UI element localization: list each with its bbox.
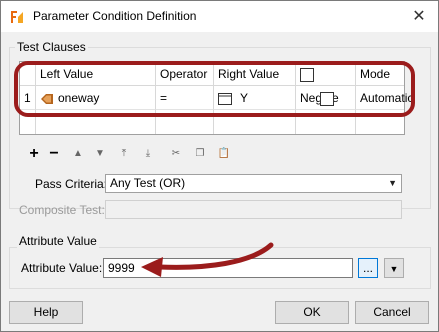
parameter-condition-dialog: Parameter Condition Definition ✕ Test Cl… <box>0 0 439 332</box>
attribute-value-input[interactable]: 9999 <box>103 258 353 278</box>
ellipsis-button[interactable]: ... <box>358 258 378 278</box>
attribute-icon <box>41 93 53 104</box>
window-title: Parameter Condition Definition <box>33 9 197 23</box>
mode-cell[interactable]: Automatic <box>356 86 413 110</box>
add-icon[interactable]: + <box>25 145 43 163</box>
pass-criteria-select[interactable]: Any Test (OR) ▼ <box>105 174 402 193</box>
help-button[interactable]: Help <box>9 301 83 324</box>
cut-icon[interactable]: ✂ <box>167 145 185 163</box>
negate-all-checkbox[interactable] <box>300 67 314 82</box>
operator-cell[interactable]: = <box>156 86 214 110</box>
remove-icon[interactable]: − <box>45 145 63 163</box>
attribute-value-group-label: Attribute Value <box>17 234 99 248</box>
empty-cell[interactable] <box>296 110 356 134</box>
empty-row-number <box>20 110 36 134</box>
move-up-icon[interactable]: ▲ <box>69 145 87 163</box>
fme-app-icon <box>11 11 23 23</box>
cancel-button[interactable]: Cancel <box>355 301 429 324</box>
close-icon: ✕ <box>412 8 426 25</box>
column-header-negate[interactable]: Negate <box>296 62 356 105</box>
left-value-cell[interactable]: oneway <box>36 86 156 110</box>
composite-test-label: Composite Test: <box>19 203 105 217</box>
column-header-mode[interactable]: Mode <box>356 62 404 86</box>
chevron-down-icon: ▼ <box>389 264 399 274</box>
empty-cell[interactable] <box>36 110 156 134</box>
row-number-header <box>20 62 36 86</box>
column-header-right-value[interactable]: Right Value <box>214 62 296 86</box>
negate-checkbox[interactable] <box>320 91 334 106</box>
move-down-icon[interactable]: ▼ <box>91 145 109 163</box>
move-top-icon[interactable]: ⤒ <box>115 145 133 163</box>
move-bottom-icon[interactable]: ⤓ <box>139 145 157 163</box>
column-header-left-value[interactable]: Left Value <box>36 62 156 86</box>
empty-cell[interactable] <box>156 110 214 134</box>
attribute-value-label: Attribute Value: <box>21 261 103 275</box>
test-clauses-label: Test Clauses <box>15 40 88 54</box>
empty-cell[interactable] <box>214 110 296 134</box>
title-bar: Parameter Condition Definition ✕ <box>1 1 438 32</box>
paste-icon[interactable]: 📋 <box>215 145 233 163</box>
pass-criteria-label: Pass Criteria: <box>35 177 108 191</box>
negate-cell[interactable] <box>296 86 356 110</box>
composite-test-field[interactable] <box>105 200 402 219</box>
copy-icon[interactable]: ❐ <box>191 145 209 163</box>
column-header-operator[interactable]: Operator <box>156 62 214 86</box>
attribute-value-menu-button[interactable]: ▼ <box>384 258 404 278</box>
right-value-cell[interactable]: Y <box>214 86 296 110</box>
row-number: 1 <box>20 86 36 110</box>
chevron-down-icon: ▼ <box>388 178 397 188</box>
close-button[interactable]: ✕ <box>404 1 434 32</box>
ok-button[interactable]: OK <box>275 301 349 324</box>
text-value-icon <box>218 92 232 105</box>
test-clauses-table[interactable]: Left Value Operator Right Value Negate M… <box>19 61 413 135</box>
